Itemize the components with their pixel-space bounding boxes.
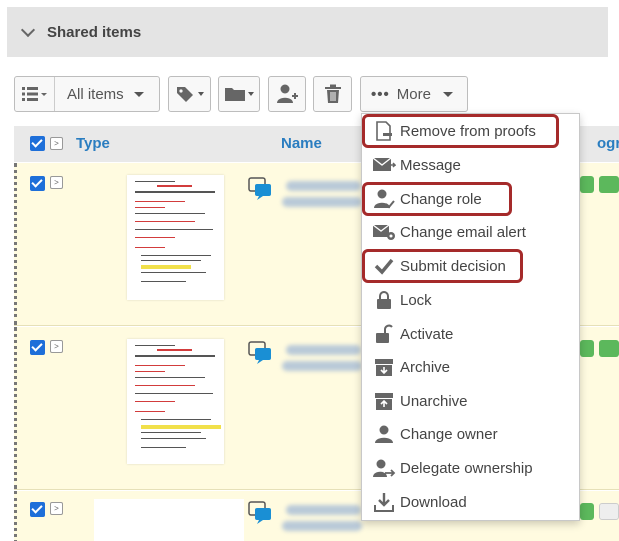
tag-button[interactable] bbox=[168, 76, 211, 112]
unarchive-icon bbox=[372, 390, 396, 412]
envelope-icon bbox=[372, 154, 396, 176]
menu-item-label: Change email alert bbox=[400, 223, 526, 241]
caret-down-icon bbox=[197, 92, 204, 96]
expand-row-icon[interactable]: > bbox=[50, 340, 63, 353]
tag-icon bbox=[176, 87, 193, 102]
row-checkbox[interactable] bbox=[30, 176, 45, 191]
item-name-blurred bbox=[282, 197, 362, 207]
menu-item-label: Download bbox=[400, 493, 467, 511]
status-badge bbox=[580, 340, 594, 357]
menu-item-label: Delegate ownership bbox=[400, 459, 533, 477]
email-alert-icon bbox=[372, 221, 396, 243]
folder-icon bbox=[225, 88, 245, 101]
add-user-icon bbox=[277, 84, 298, 103]
caret-down-icon bbox=[248, 92, 254, 96]
list-view-icon bbox=[15, 77, 55, 111]
menu-item-label: Lock bbox=[400, 291, 432, 309]
menu-item-label: Activate bbox=[400, 325, 454, 343]
expand-row-icon[interactable]: > bbox=[50, 502, 63, 515]
menu-item-label: Message bbox=[400, 156, 461, 174]
comment-icon[interactable] bbox=[248, 341, 272, 365]
row-checkbox[interactable] bbox=[30, 502, 45, 517]
highlight-remove-from-proofs bbox=[362, 114, 559, 148]
status-badge bbox=[580, 503, 594, 520]
section-title: Shared items bbox=[47, 23, 142, 41]
status-badge bbox=[599, 176, 619, 193]
download-icon bbox=[372, 491, 396, 513]
item-name-blurred bbox=[282, 521, 362, 531]
name-column-header[interactable]: Name bbox=[281, 135, 322, 152]
proof-thumbnail[interactable] bbox=[127, 339, 224, 464]
highlight-submit-decision bbox=[362, 249, 523, 283]
menu-item-unarchive[interactable]: Unarchive bbox=[362, 386, 581, 416]
delegate-icon bbox=[372, 457, 396, 479]
select-all-checkbox[interactable] bbox=[30, 136, 45, 151]
unlock-icon bbox=[372, 323, 396, 345]
menu-item-delegate-ownership[interactable]: Delegate ownership bbox=[362, 453, 581, 483]
menu-item-archive[interactable]: Archive bbox=[362, 352, 581, 382]
menu-item-label: Change owner bbox=[400, 425, 498, 443]
expand-row-icon[interactable]: > bbox=[50, 176, 63, 189]
lock-icon bbox=[372, 289, 396, 311]
more-dots-icon: ••• bbox=[371, 85, 390, 103]
drag-handle[interactable] bbox=[14, 491, 17, 541]
caret-down-icon bbox=[442, 91, 453, 97]
status-badge bbox=[599, 503, 619, 520]
more-dropdown[interactable]: ••• More bbox=[360, 76, 468, 112]
drag-handle[interactable] bbox=[14, 327, 17, 489]
highlight-change-role bbox=[362, 182, 512, 216]
row-checkbox[interactable] bbox=[30, 340, 45, 355]
item-name-blurred bbox=[286, 345, 361, 355]
section-header[interactable]: Shared items bbox=[7, 7, 608, 57]
item-name-blurred bbox=[286, 181, 361, 191]
menu-item-activate[interactable]: Activate bbox=[362, 319, 581, 349]
drag-handle[interactable] bbox=[14, 163, 17, 325]
type-column-header[interactable]: Type bbox=[76, 135, 110, 152]
menu-item-change-owner[interactable]: Change owner bbox=[362, 419, 581, 449]
trash-icon bbox=[324, 84, 341, 103]
comment-icon[interactable] bbox=[248, 501, 272, 525]
item-name-blurred bbox=[282, 361, 362, 371]
owner-icon bbox=[372, 423, 396, 445]
proof-thumbnail[interactable] bbox=[94, 499, 244, 541]
progress-column-header[interactable]: ogr bbox=[597, 135, 619, 152]
menu-item-change-email-alert[interactable]: Change email alert bbox=[362, 217, 581, 247]
archive-icon bbox=[372, 356, 396, 378]
caret-down-icon bbox=[133, 91, 144, 97]
view-filter-dropdown[interactable]: All items bbox=[14, 76, 160, 112]
more-label: More bbox=[396, 85, 431, 103]
menu-item-lock[interactable]: Lock bbox=[362, 285, 581, 315]
folder-button[interactable] bbox=[218, 76, 260, 112]
menu-item-label: Archive bbox=[400, 358, 451, 376]
menu-item-message[interactable]: Message bbox=[362, 150, 581, 180]
expand-all-icon[interactable]: > bbox=[50, 137, 63, 150]
delete-button[interactable] bbox=[313, 76, 352, 112]
more-menu: Remove from proofs Message Change role C… bbox=[361, 113, 580, 521]
proof-thumbnail[interactable] bbox=[127, 175, 224, 300]
chevron-down-icon bbox=[20, 22, 36, 37]
status-badge bbox=[599, 340, 619, 357]
comment-icon[interactable] bbox=[248, 177, 272, 201]
filter-label: All items bbox=[67, 85, 124, 103]
menu-item-label: Unarchive bbox=[400, 392, 468, 410]
status-badge bbox=[580, 176, 594, 193]
item-name-blurred bbox=[286, 505, 361, 515]
add-user-button[interactable] bbox=[268, 76, 306, 112]
menu-item-download[interactable]: Download bbox=[362, 487, 581, 517]
